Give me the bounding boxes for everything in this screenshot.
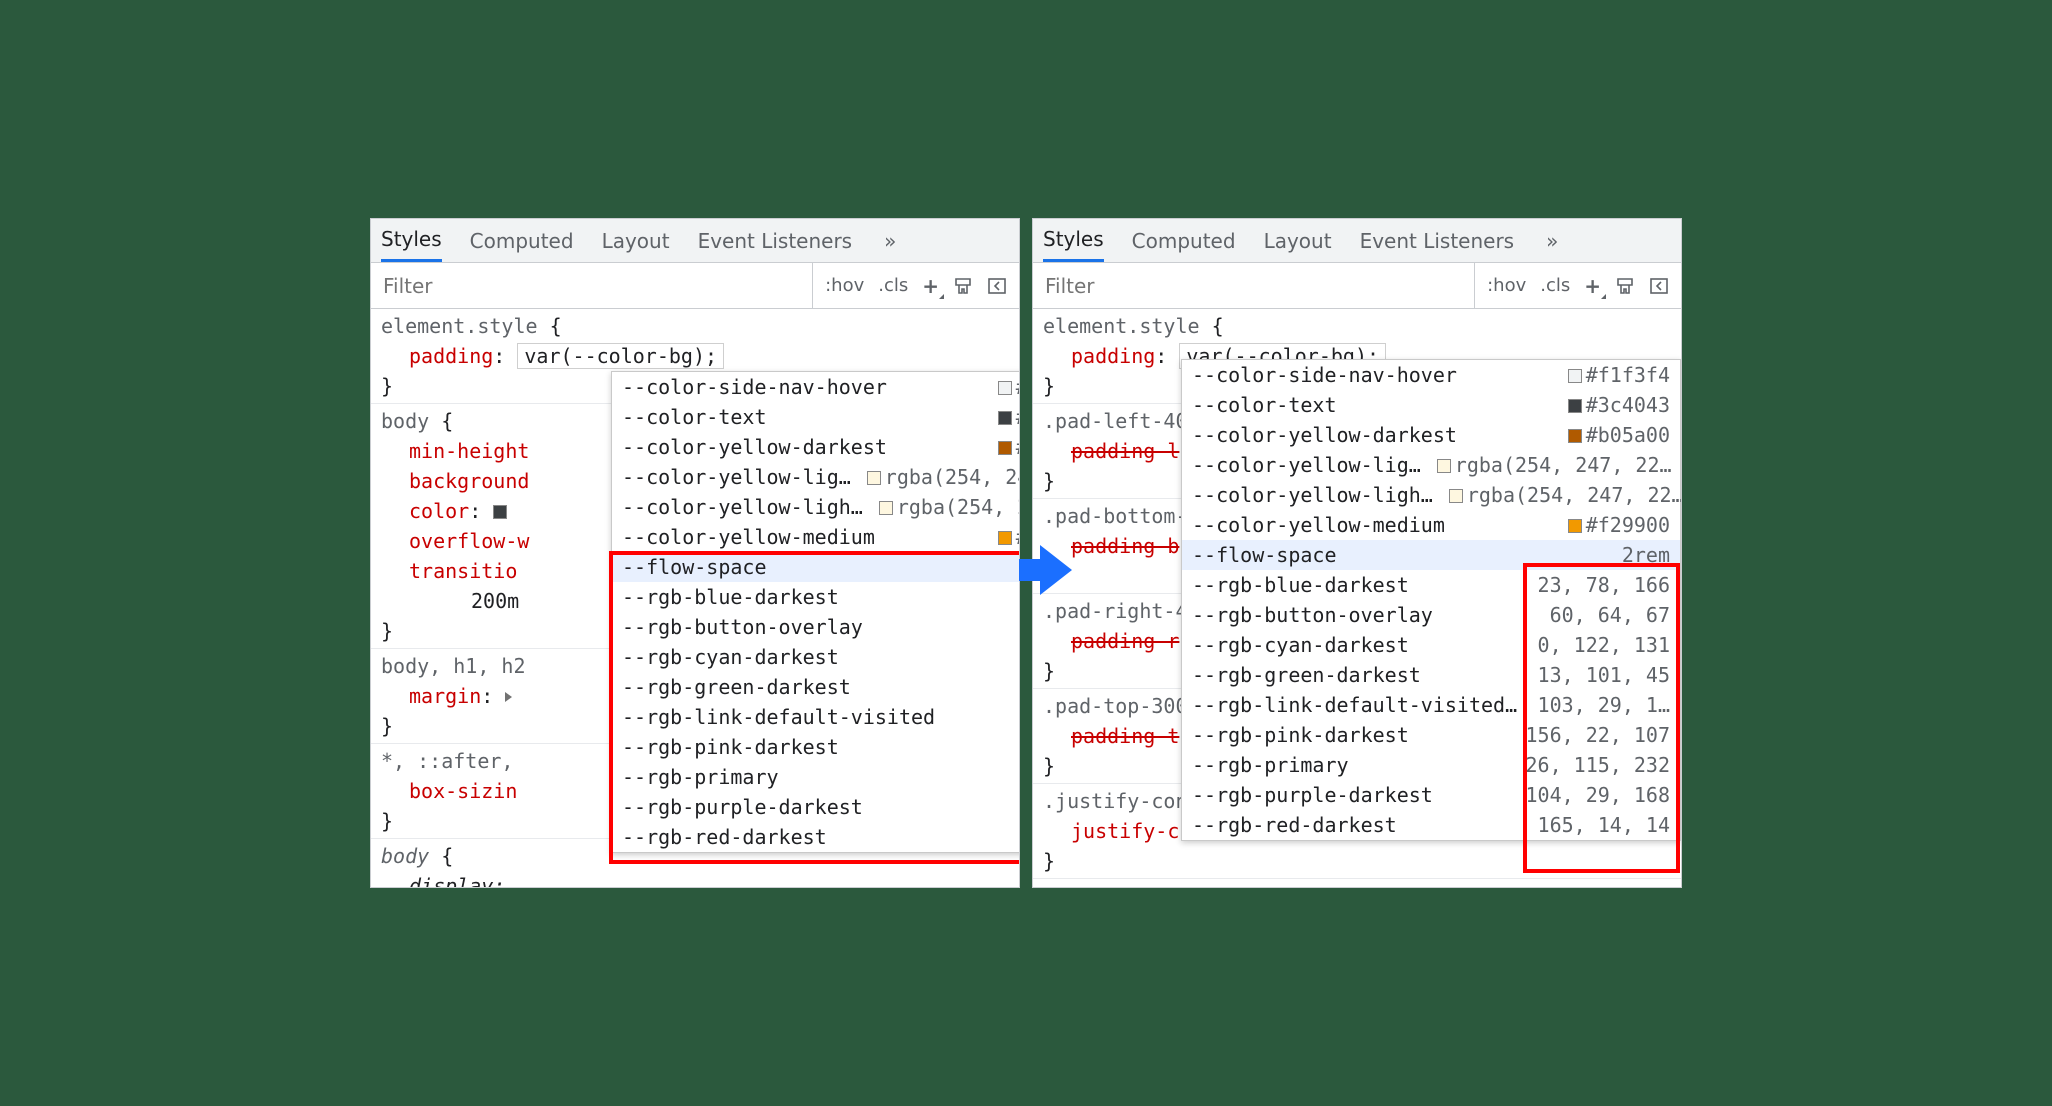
cls-toggle[interactable]: .cls <box>878 275 908 296</box>
cls-toggle[interactable]: .cls <box>1540 275 1570 296</box>
color-swatch-icon <box>1568 519 1582 533</box>
autocomplete-item[interactable]: --color-side-nav-hover#f1f3f4 <box>612 372 1020 402</box>
autocomplete-item[interactable]: --rgb-link-default-visited <box>612 702 1020 732</box>
autocomplete-item[interactable]: --rgb-primary <box>612 762 1020 792</box>
autocomplete-item[interactable]: --color-yellow-darkest#b05a00 <box>612 432 1020 462</box>
hov-toggle[interactable]: :hov <box>825 275 864 296</box>
autocomplete-item[interactable]: --rgb-primary26, 115, 232 <box>1182 750 1680 780</box>
devtools-styles-panel-before: Styles Computed Layout Event Listeners »… <box>370 218 1020 888</box>
tabs-overflow-icon[interactable]: » <box>884 229 896 253</box>
new-style-rule-button[interactable]: + <box>1584 274 1601 298</box>
autocomplete-item[interactable]: --rgb-link-default-visited…103, 29, 1… <box>1182 690 1680 720</box>
color-swatch-icon <box>1449 489 1463 503</box>
autocomplete-item[interactable]: --rgb-purple-darkest104, 29, 168 <box>1182 780 1680 810</box>
autocomplete-item[interactable]: --color-yellow-lig…rgba(254, 247, 22… <box>612 462 1020 492</box>
autocomplete-item[interactable]: --rgb-green-darkest <box>612 672 1020 702</box>
color-swatch-icon <box>998 441 1012 455</box>
color-swatch-icon <box>998 531 1012 545</box>
tab-layout[interactable]: Layout <box>1264 229 1332 253</box>
tab-styles[interactable]: Styles <box>1043 219 1104 262</box>
autocomplete-item[interactable]: --color-text#3c4043 <box>612 402 1020 432</box>
autocomplete-popup[interactable]: --color-side-nav-hover#f1f3f4--color-tex… <box>611 371 1020 853</box>
autocomplete-item[interactable]: --rgb-red-darkest165, 14, 14 <box>1182 810 1680 840</box>
color-swatch-icon <box>879 501 893 515</box>
autocomplete-item[interactable]: --color-yellow-darkest#b05a00 <box>1182 420 1680 450</box>
tab-layout[interactable]: Layout <box>602 229 670 253</box>
autocomplete-item[interactable]: --color-yellow-lig…rgba(254, 247, 22… <box>1182 450 1680 480</box>
tabs-row: Styles Computed Layout Event Listeners » <box>1033 219 1681 263</box>
autocomplete-popup[interactable]: --color-side-nav-hover#f1f3f4--color-tex… <box>1181 359 1681 841</box>
brush-icon[interactable] <box>953 276 973 296</box>
tab-computed[interactable]: Computed <box>1132 229 1236 253</box>
hov-toggle[interactable]: :hov <box>1487 275 1526 296</box>
color-swatch-icon <box>1568 399 1582 413</box>
brush-icon[interactable] <box>1615 276 1635 296</box>
autocomplete-item[interactable]: --color-yellow-ligh…rgba(254, 247, 22… <box>612 492 1020 522</box>
tabs-row: Styles Computed Layout Event Listeners » <box>371 219 1019 263</box>
autocomplete-item[interactable]: --rgb-blue-darkest <box>612 582 1020 612</box>
new-style-rule-button[interactable]: + <box>922 274 939 298</box>
autocomplete-item[interactable]: --rgb-cyan-darkest0, 122, 131 <box>1182 630 1680 660</box>
tabs-overflow-icon[interactable]: » <box>1546 229 1558 253</box>
autocomplete-item[interactable]: --rgb-red-darkest <box>612 822 1020 852</box>
panel-toggle-icon[interactable] <box>1649 276 1669 296</box>
autocomplete-item[interactable]: --color-side-nav-hover#f1f3f4 <box>1182 360 1680 390</box>
styles-toolbar: :hov .cls + <box>371 263 1019 309</box>
devtools-styles-panel-after: Styles Computed Layout Event Listeners »… <box>1032 218 1682 888</box>
autocomplete-item[interactable]: --color-text#3c4043 <box>1182 390 1680 420</box>
autocomplete-item[interactable]: --color-yellow-medium#f29900 <box>612 522 1020 552</box>
autocomplete-item[interactable]: --rgb-cyan-darkest <box>612 642 1020 672</box>
styles-toolbar: :hov .cls + <box>1033 263 1681 309</box>
color-swatch-icon <box>1437 459 1451 473</box>
color-swatch-icon <box>998 381 1012 395</box>
autocomplete-item[interactable]: --flow-space <box>612 552 1020 582</box>
color-swatch-icon <box>1568 429 1582 443</box>
value-input[interactable]: var(--color-bg); <box>517 343 724 369</box>
filter-input[interactable] <box>371 263 812 308</box>
autocomplete-item[interactable]: --rgb-button-overlay60, 64, 67 <box>1182 600 1680 630</box>
prop-padding[interactable]: padding <box>409 344 493 368</box>
autocomplete-item[interactable]: --rgb-green-darkest13, 101, 45 <box>1182 660 1680 690</box>
filter-input[interactable] <box>1033 263 1474 308</box>
autocomplete-item[interactable]: --flow-space2rem <box>1182 540 1680 570</box>
tab-event-listeners[interactable]: Event Listeners <box>1360 229 1515 253</box>
autocomplete-item[interactable]: --rgb-pink-darkest <box>612 732 1020 762</box>
tab-computed[interactable]: Computed <box>470 229 574 253</box>
expand-icon[interactable] <box>505 692 512 702</box>
autocomplete-item[interactable]: --color-yellow-medium#f29900 <box>1182 510 1680 540</box>
color-swatch-icon <box>867 471 881 485</box>
tab-event-listeners[interactable]: Event Listeners <box>698 229 853 253</box>
color-swatch-icon <box>998 411 1012 425</box>
autocomplete-item[interactable]: --rgb-blue-darkest23, 78, 166 <box>1182 570 1680 600</box>
color-swatch-icon <box>1568 369 1582 383</box>
autocomplete-item[interactable]: --rgb-pink-darkest156, 22, 107 <box>1182 720 1680 750</box>
tab-styles[interactable]: Styles <box>381 219 442 262</box>
rule-display-flex[interactable]: .display-fle <box>1033 879 1681 887</box>
autocomplete-item[interactable]: --rgb-button-overlay <box>612 612 1020 642</box>
autocomplete-item[interactable]: --rgb-purple-darkest <box>612 792 1020 822</box>
panel-toggle-icon[interactable] <box>987 276 1007 296</box>
autocomplete-item[interactable]: --color-yellow-ligh…rgba(254, 247, 22… <box>1182 480 1680 510</box>
